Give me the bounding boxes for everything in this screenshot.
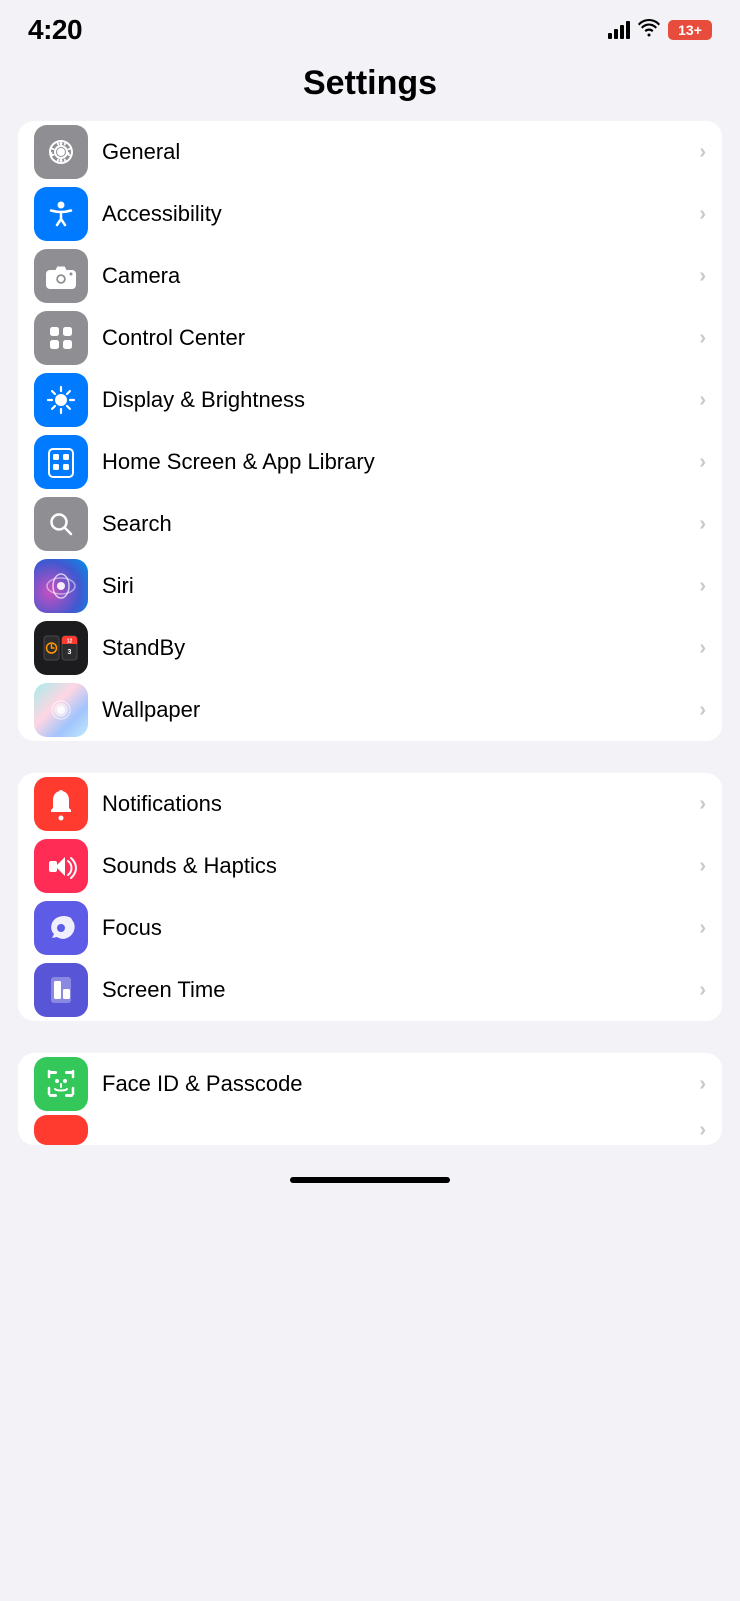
- accessibility-icon: [34, 187, 88, 241]
- partial-row-icon: [34, 1115, 88, 1145]
- standby-chevron: ›: [699, 637, 706, 660]
- home-screen-label: Home Screen & App Library: [102, 449, 691, 475]
- accessibility-label: Accessibility: [102, 201, 691, 227]
- screen-time-label: Screen Time: [102, 977, 691, 1003]
- screen-time-chevron: ›: [699, 979, 706, 1002]
- display-brightness-label: Display & Brightness: [102, 387, 691, 413]
- face-id-chevron: ›: [699, 1073, 706, 1096]
- settings-row-home-screen[interactable]: Home Screen & App Library ›: [18, 431, 722, 493]
- settings-section-1: General › Accessibility › Camera ›: [18, 121, 722, 741]
- partial-row-chevron: ›: [699, 1119, 706, 1142]
- camera-icon: [34, 249, 88, 303]
- settings-row-screen-time[interactable]: Screen Time ›: [18, 959, 722, 1021]
- general-chevron: ›: [699, 141, 706, 164]
- sounds-haptics-chevron: ›: [699, 855, 706, 878]
- wallpaper-icon: [34, 683, 88, 737]
- focus-icon: [34, 901, 88, 955]
- display-brightness-chevron: ›: [699, 389, 706, 412]
- notifications-chevron: ›: [699, 793, 706, 816]
- sounds-haptics-label: Sounds & Haptics: [102, 853, 691, 879]
- settings-row-notifications[interactable]: Notifications ›: [18, 773, 722, 835]
- accessibility-chevron: ›: [699, 203, 706, 226]
- settings-row-face-id[interactable]: Face ID & Passcode ›: [18, 1053, 722, 1115]
- search-label: Search: [102, 511, 691, 537]
- control-center-label: Control Center: [102, 325, 691, 351]
- settings-section-3: Face ID & Passcode › ›: [18, 1053, 722, 1145]
- focus-label: Focus: [102, 915, 691, 941]
- search-chevron: ›: [699, 513, 706, 536]
- control-center-chevron: ›: [699, 327, 706, 350]
- face-id-icon: [34, 1057, 88, 1111]
- sounds-haptics-icon: [34, 839, 88, 893]
- focus-chevron: ›: [699, 917, 706, 940]
- wallpaper-label: Wallpaper: [102, 697, 691, 723]
- screen-time-icon: [34, 963, 88, 1017]
- signal-bars-icon: [608, 21, 630, 39]
- settings-row-standby[interactable]: 12 3 StandBy ›: [18, 617, 722, 679]
- settings-row-siri[interactable]: Siri ›: [18, 555, 722, 617]
- settings-row-general[interactable]: General ›: [18, 121, 722, 183]
- general-icon: [34, 125, 88, 179]
- wallpaper-chevron: ›: [699, 699, 706, 722]
- camera-chevron: ›: [699, 265, 706, 288]
- settings-row-control-center[interactable]: Control Center ›: [18, 307, 722, 369]
- settings-row-search[interactable]: Search ›: [18, 493, 722, 555]
- face-id-label: Face ID & Passcode: [102, 1071, 691, 1097]
- svg-text:3: 3: [68, 649, 72, 656]
- settings-row-camera[interactable]: Camera ›: [18, 245, 722, 307]
- siri-chevron: ›: [699, 575, 706, 598]
- settings-section-2: Notifications › Sounds & Haptics › Focus…: [18, 773, 722, 1021]
- notifications-label: Notifications: [102, 791, 691, 817]
- settings-row-focus[interactable]: Focus ›: [18, 897, 722, 959]
- siri-label: Siri: [102, 573, 691, 599]
- settings-row-display-brightness[interactable]: Display & Brightness ›: [18, 369, 722, 431]
- home-screen-icon: [34, 435, 88, 489]
- home-indicator: [290, 1177, 450, 1183]
- status-bar: 4:20 13+: [0, 0, 740, 54]
- settings-row-accessibility[interactable]: Accessibility ›: [18, 183, 722, 245]
- settings-row-sounds-haptics[interactable]: Sounds & Haptics ›: [18, 835, 722, 897]
- settings-row-wallpaper[interactable]: Wallpaper ›: [18, 679, 722, 741]
- wifi-icon: [638, 19, 660, 42]
- notifications-icon: [34, 777, 88, 831]
- page-title: Settings: [0, 54, 740, 121]
- battery-icon: 13+: [668, 20, 712, 40]
- home-screen-chevron: ›: [699, 451, 706, 474]
- siri-icon: [34, 559, 88, 613]
- search-icon: [34, 497, 88, 551]
- control-center-icon: [34, 311, 88, 365]
- settings-row-partial[interactable]: ›: [18, 1115, 722, 1145]
- svg-text:12: 12: [67, 639, 73, 645]
- standby-label: StandBy: [102, 635, 691, 661]
- status-icons: 13+: [608, 19, 712, 42]
- display-brightness-icon: [34, 373, 88, 427]
- camera-label: Camera: [102, 263, 691, 289]
- general-label: General: [102, 139, 691, 165]
- standby-icon: 12 3: [34, 621, 88, 675]
- status-time: 4:20: [28, 14, 82, 46]
